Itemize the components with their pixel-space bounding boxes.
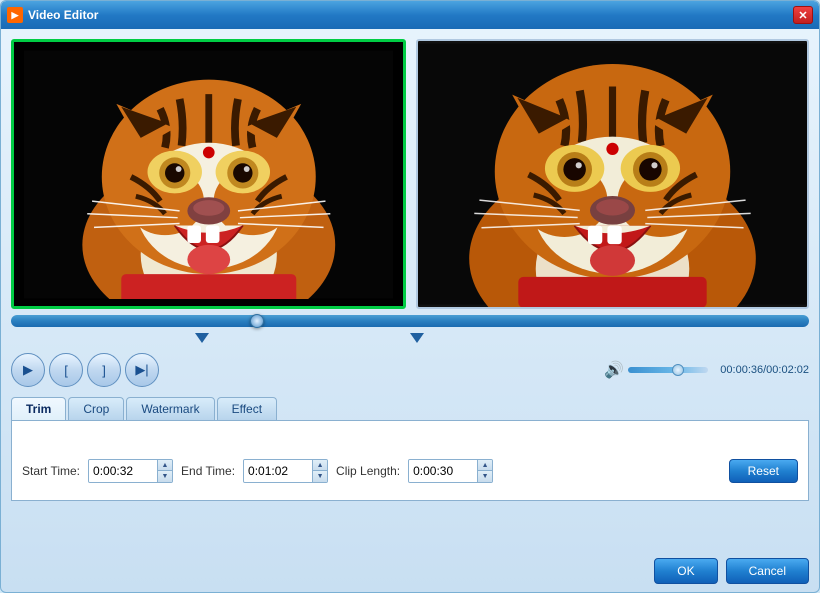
volume-area: 🔊 00:00:36/00:02:02 <box>604 360 809 380</box>
start-time-label: Start Time: <box>22 464 80 478</box>
mark-in-button[interactable]: [ <box>49 353 83 387</box>
markers-row <box>11 329 809 343</box>
end-time-input[interactable] <box>244 460 312 482</box>
end-time-down[interactable]: ▼ <box>313 471 327 482</box>
tab-watermark[interactable]: Watermark <box>126 397 214 420</box>
trim-controls: Start Time: ▲ ▼ End Time: ▲ ▼ <box>22 459 798 483</box>
start-time-input-wrap: ▲ ▼ <box>88 459 173 483</box>
start-time-up[interactable]: ▲ <box>158 460 172 471</box>
clip-length-down[interactable]: ▼ <box>478 471 492 482</box>
ok-button[interactable]: OK <box>654 558 717 584</box>
video-panels <box>11 39 809 309</box>
app-icon: ▶ <box>7 7 23 23</box>
tab-crop[interactable]: Crop <box>68 397 124 420</box>
left-video-panel <box>11 39 406 309</box>
mark-in-icon: [ <box>64 363 68 378</box>
time-display: 00:00:36/00:02:02 <box>720 364 809 376</box>
end-time-up[interactable]: ▲ <box>313 460 327 471</box>
mark-out-icon: ] <box>102 363 106 378</box>
clip-length-label: Clip Length: <box>336 464 400 478</box>
play-button[interactable]: ▶ <box>11 353 45 387</box>
start-time-down[interactable]: ▼ <box>158 471 172 482</box>
play-icon: ▶ <box>23 362 33 378</box>
window-title: Video Editor <box>28 8 793 22</box>
end-time-spinners: ▲ ▼ <box>312 460 327 482</box>
volume-icon: 🔊 <box>604 360 624 380</box>
progress-bar[interactable] <box>11 315 809 327</box>
end-time-input-wrap: ▲ ▼ <box>243 459 328 483</box>
progress-thumb[interactable] <box>250 314 264 328</box>
end-time-label: End Time: <box>181 464 235 478</box>
tab-content-trim: Start Time: ▲ ▼ End Time: ▲ ▼ <box>11 421 809 501</box>
tabs-bar: Trim Crop Watermark Effect <box>11 397 809 421</box>
volume-slider[interactable] <box>628 367 708 373</box>
mark-out-button[interactable]: ] <box>87 353 121 387</box>
bottom-bar: OK Cancel <box>1 550 819 592</box>
left-video-display <box>14 42 403 306</box>
marker-out[interactable] <box>410 333 424 343</box>
titlebar: ▶ Video Editor ✕ <box>1 1 819 29</box>
step-forward-icon: ▶| <box>135 362 148 378</box>
right-video-display <box>418 41 807 307</box>
tabs-container: Trim Crop Watermark Effect Start Time: ▲… <box>11 397 809 501</box>
tab-effect[interactable]: Effect <box>217 397 277 420</box>
main-content: ▶ [ ] ▶| 🔊 00:00:36/00:02:02 Trim <box>1 29 819 550</box>
tab-trim[interactable]: Trim <box>11 397 66 420</box>
clip-length-input[interactable] <box>409 460 477 482</box>
clip-length-input-wrap: ▲ ▼ <box>408 459 493 483</box>
cancel-button[interactable]: Cancel <box>726 558 809 584</box>
clip-length-spinners: ▲ ▼ <box>477 460 492 482</box>
right-video-panel <box>416 39 809 309</box>
marker-in[interactable] <box>195 333 209 343</box>
start-time-input[interactable] <box>89 460 157 482</box>
volume-thumb[interactable] <box>672 364 684 376</box>
reset-button[interactable]: Reset <box>729 459 798 483</box>
start-time-spinners: ▲ ▼ <box>157 460 172 482</box>
clip-length-up[interactable]: ▲ <box>478 460 492 471</box>
scrubber-area <box>11 315 809 343</box>
controls-row: ▶ [ ] ▶| 🔊 00:00:36/00:02:02 <box>11 349 809 391</box>
step-forward-button[interactable]: ▶| <box>125 353 159 387</box>
video-editor-window: ▶ Video Editor ✕ <box>0 0 820 593</box>
close-button[interactable]: ✕ <box>793 6 813 24</box>
